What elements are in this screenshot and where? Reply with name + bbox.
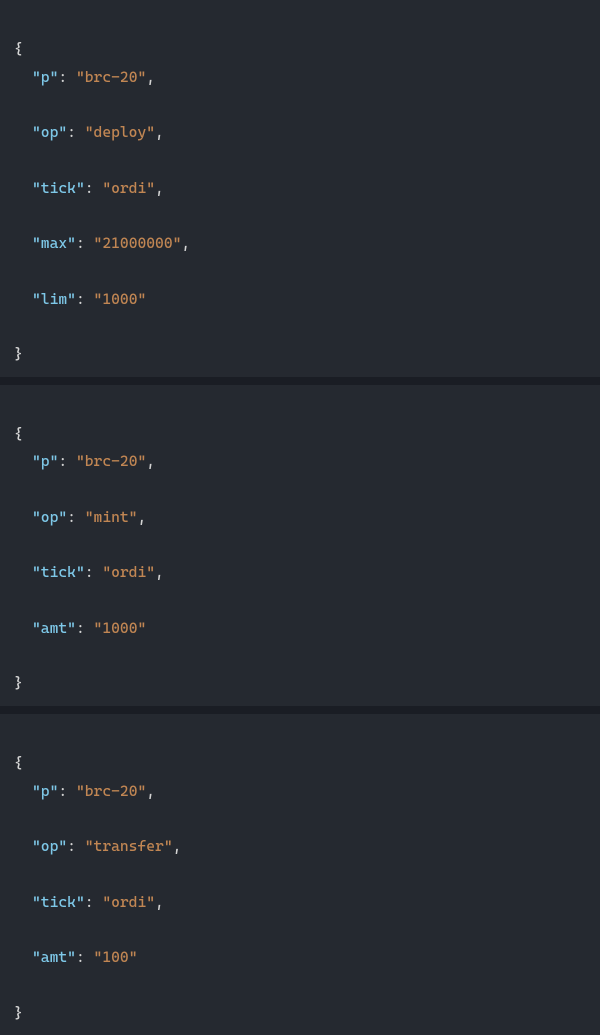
colon: : (58, 68, 76, 86)
json-key: "lim" (32, 290, 76, 308)
code-block-1: { "p": "brc-20", "op": "deploy", "tick":… (0, 0, 600, 377)
colon: : (58, 452, 76, 470)
json-value: "brc-20" (76, 452, 146, 470)
json-value: "brc-20" (76, 782, 146, 800)
json-key: "max" (32, 234, 76, 252)
json-key: "tick" (32, 563, 85, 581)
json-key: "amt" (32, 948, 76, 966)
json-value: "1000" (94, 290, 147, 308)
open-brace: { (14, 754, 23, 772)
code-block-2: { "p": "brc-20", "op": "mint", "tick": "… (0, 385, 600, 706)
json-value: "deploy" (85, 123, 155, 141)
json-key: "op" (32, 837, 67, 855)
colon: : (85, 179, 103, 197)
json-line: "op": "deploy", (14, 119, 586, 147)
json-line: "max": "21000000", (14, 230, 586, 258)
json-line: "p": "brc-20", (14, 64, 586, 92)
comma: , (146, 782, 155, 800)
comma: , (173, 837, 182, 855)
close-brace: } (14, 1004, 23, 1022)
colon: : (85, 893, 103, 911)
json-line: "amt": "100" (14, 944, 586, 972)
colon: : (85, 563, 103, 581)
comma: , (181, 234, 190, 252)
json-value: "ordi" (102, 563, 155, 581)
colon: : (76, 234, 94, 252)
comma: , (146, 452, 155, 470)
open-brace: { (14, 40, 23, 58)
colon: : (67, 837, 85, 855)
json-value: "ordi" (102, 893, 155, 911)
json-line: "op": "mint", (14, 504, 586, 532)
json-line: "amt": "1000" (14, 615, 586, 643)
comma: , (155, 893, 164, 911)
json-value: "100" (94, 948, 138, 966)
close-brace: } (14, 674, 23, 692)
json-key: "op" (32, 123, 67, 141)
comma: , (155, 123, 164, 141)
colon: : (76, 619, 94, 637)
comma: , (137, 508, 146, 526)
colon: : (76, 948, 94, 966)
json-key: "amt" (32, 619, 76, 637)
json-key: "p" (32, 782, 58, 800)
colon: : (67, 123, 85, 141)
json-value: "brc-20" (76, 68, 146, 86)
colon: : (67, 508, 85, 526)
json-value: "21000000" (94, 234, 182, 252)
json-key: "op" (32, 508, 67, 526)
json-key: "p" (32, 68, 58, 86)
json-line: "p": "brc-20", (14, 448, 586, 476)
comma: , (146, 68, 155, 86)
json-key: "p" (32, 452, 58, 470)
json-line: "tick": "ordi", (14, 559, 586, 587)
json-line: "tick": "ordi", (14, 889, 586, 917)
open-brace: { (14, 425, 23, 443)
json-key: "tick" (32, 893, 85, 911)
code-block-3: { "p": "brc-20", "op": "transfer", "tick… (0, 714, 600, 1035)
code-container: { "p": "brc-20", "op": "deploy", "tick":… (0, 0, 600, 1035)
json-line: "op": "transfer", (14, 833, 586, 861)
json-value: "mint" (85, 508, 138, 526)
close-brace: } (14, 345, 23, 363)
comma: , (155, 563, 164, 581)
json-key: "tick" (32, 179, 85, 197)
json-value: "transfer" (85, 837, 173, 855)
json-line: "p": "brc-20", (14, 778, 586, 806)
json-value: "ordi" (102, 179, 155, 197)
comma: , (155, 179, 164, 197)
json-value: "1000" (94, 619, 147, 637)
colon: : (76, 290, 94, 308)
json-line: "lim": "1000" (14, 286, 586, 314)
colon: : (58, 782, 76, 800)
json-line: "tick": "ordi", (14, 175, 586, 203)
